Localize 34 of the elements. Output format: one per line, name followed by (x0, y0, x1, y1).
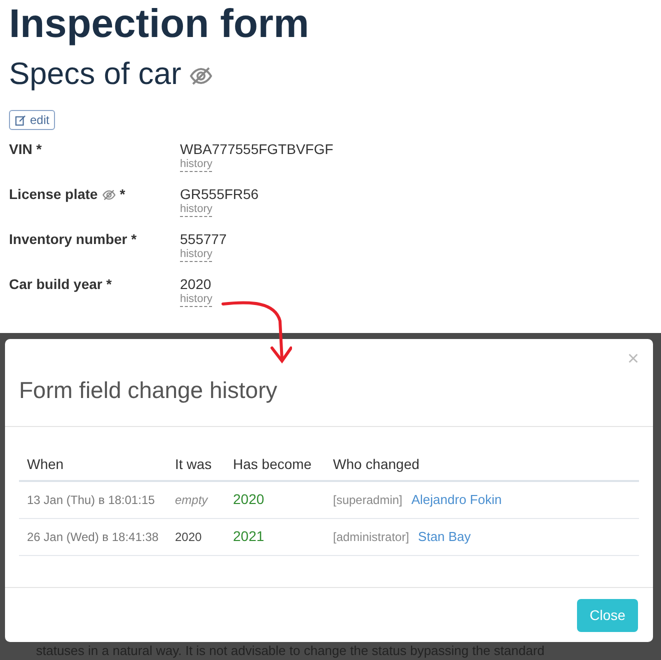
field-value: 555777 (180, 230, 227, 248)
table-cell: empty (175, 492, 208, 507)
table-cell: 26 Jan (Wed) в 18:41:38 (27, 530, 159, 544)
field-value: 2020 (180, 275, 212, 293)
edit-icon (15, 114, 26, 126)
hidden-eye-icon (102, 188, 116, 202)
history-link[interactable]: history (180, 203, 212, 217)
column-header: When (27, 456, 64, 472)
section-title: Specs of car (9, 55, 182, 93)
modal-title: Form field change history (19, 376, 278, 404)
user-role: [superadmin] (333, 492, 402, 509)
history-link[interactable]: history (180, 293, 212, 307)
history-link[interactable]: history (180, 158, 212, 172)
field-value: WBA777555FGTBVFGF (180, 140, 334, 158)
required-mark: * (120, 185, 126, 203)
user-role: [administrator] (333, 528, 410, 546)
field-label: Inventory number * (9, 230, 137, 248)
field-label: Car build year * (9, 275, 112, 293)
history-link[interactable]: history (180, 248, 212, 262)
field-value: GR555FR56 (180, 185, 259, 203)
field-label: VIN * (9, 140, 42, 158)
user-link[interactable]: Alejandro Fokin (411, 490, 502, 510)
table-cell: 2020 (175, 530, 202, 544)
close-button[interactable]: Close (577, 598, 638, 632)
column-header: Has become (233, 456, 312, 472)
user-link[interactable]: Stan Bay (418, 526, 471, 546)
table-cell: 13 Jan (Thu) в 18:01:15 (27, 492, 155, 507)
column-header: Who changed (333, 456, 420, 472)
table-cell: 2021 (233, 528, 264, 544)
table-cell: 2020 (233, 490, 264, 507)
column-header: It was (175, 456, 212, 472)
edit-button[interactable]: edit (9, 110, 56, 130)
page-title: Inspection form (9, 1, 310, 48)
field-label: License plate (9, 185, 98, 203)
